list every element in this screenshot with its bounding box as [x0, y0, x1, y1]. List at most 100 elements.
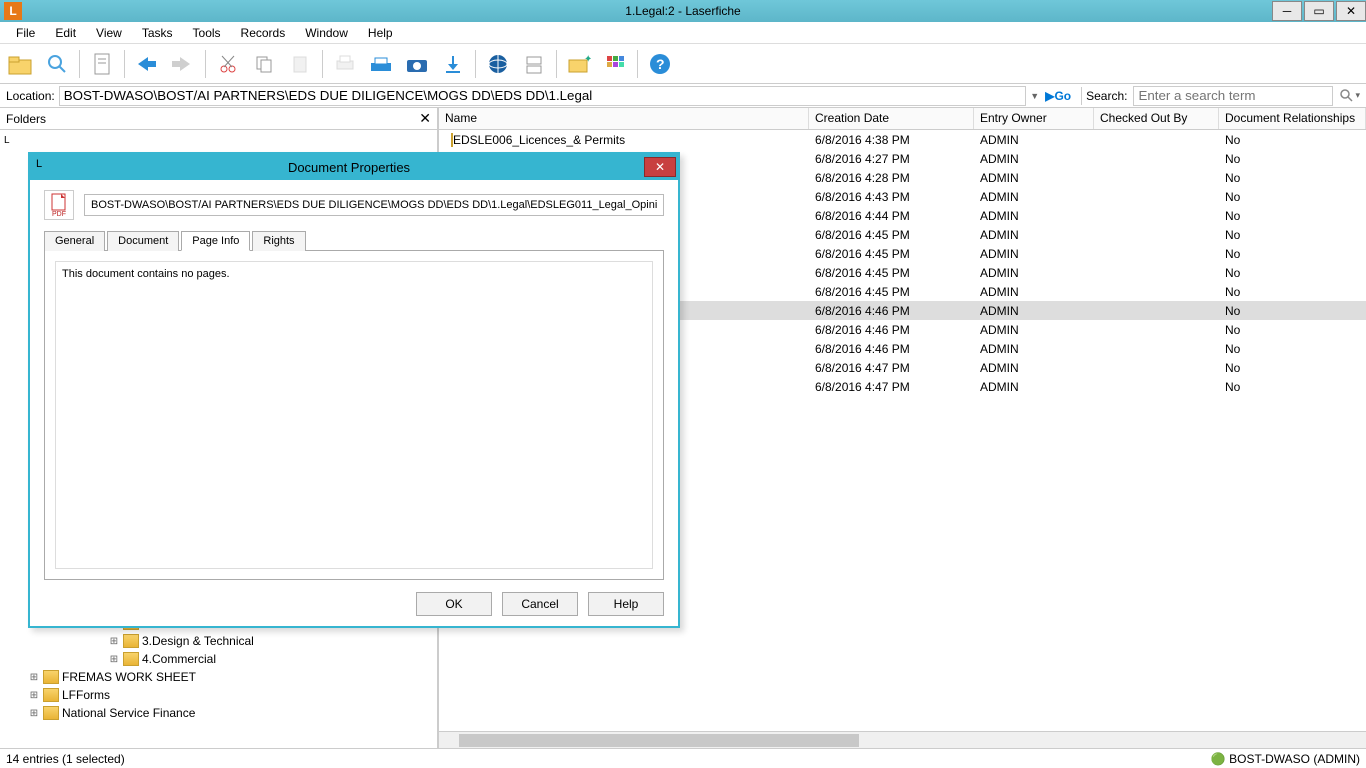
help-icon[interactable]: ? — [643, 47, 677, 81]
location-label: Location: — [6, 89, 55, 103]
cell-owner: ADMIN — [974, 209, 1094, 223]
help-button[interactable]: Help — [588, 592, 664, 616]
col-checked-out-by[interactable]: Checked Out By — [1094, 108, 1219, 129]
go-button[interactable]: ▶ Go — [1045, 89, 1071, 103]
cell-owner: ADMIN — [974, 152, 1094, 166]
cell-date: 6/8/2016 4:46 PM — [809, 323, 974, 337]
tab-content: This document contains no pages. — [44, 251, 664, 580]
back-icon[interactable] — [130, 47, 164, 81]
table-row[interactable]: EDSLE006_Licences_& Permits6/8/2016 4:38… — [439, 130, 1366, 149]
cell-date: 6/8/2016 4:46 PM — [809, 342, 974, 356]
cell-owner: ADMIN — [974, 247, 1094, 261]
cell-rel: No — [1219, 152, 1366, 166]
cell-rel: No — [1219, 304, 1366, 318]
window-title: 1.Legal:2 - Laserfiche — [625, 4, 740, 18]
menu-tasks[interactable]: Tasks — [132, 26, 183, 40]
cell-owner: ADMIN — [974, 380, 1094, 394]
menu-help[interactable]: Help — [358, 26, 403, 40]
cell-owner: ADMIN — [974, 361, 1094, 375]
menu-records[interactable]: Records — [231, 26, 296, 40]
cell-owner: ADMIN — [974, 171, 1094, 185]
cell-rel: No — [1219, 342, 1366, 356]
expand-icon[interactable]: ⊞ — [28, 672, 40, 683]
cell-date: 6/8/2016 4:45 PM — [809, 266, 974, 280]
cell-date: 6/8/2016 4:45 PM — [809, 247, 974, 261]
grid-icon[interactable] — [598, 47, 632, 81]
menu-window[interactable]: Window — [295, 26, 358, 40]
globe-icon[interactable] — [481, 47, 515, 81]
cell-rel: No — [1219, 266, 1366, 280]
search-go-icon[interactable] — [1339, 88, 1355, 104]
cell-owner: ADMIN — [974, 285, 1094, 299]
expand-icon[interactable]: ⊞ — [108, 654, 120, 665]
tree-item[interactable]: ⊞FREMAS WORK SHEET — [0, 668, 437, 686]
cell-owner: ADMIN — [974, 133, 1094, 147]
menu-view[interactable]: View — [86, 26, 132, 40]
expand-icon[interactable]: ⊞ — [108, 636, 120, 647]
cancel-button[interactable]: Cancel — [502, 592, 578, 616]
tree-item[interactable]: ⊞4.Commercial — [0, 650, 437, 668]
expand-icon[interactable]: ⊞ — [28, 690, 40, 701]
cut-icon[interactable] — [211, 47, 245, 81]
list-horizontal-scrollbar[interactable] — [439, 731, 1366, 748]
cell-rel: No — [1219, 323, 1366, 337]
camera-icon[interactable] — [400, 47, 434, 81]
tab-document[interactable]: Document — [107, 231, 179, 251]
col-creation-date[interactable]: Creation Date — [809, 108, 974, 129]
copy-icon[interactable] — [247, 47, 281, 81]
tree-item[interactable]: ⊞ National Service Finance — [0, 704, 437, 722]
cell-rel: No — [1219, 133, 1366, 147]
close-window-button[interactable]: ✕ — [1336, 1, 1366, 21]
col-doc-relationships[interactable]: Document Relationships — [1219, 108, 1366, 129]
download-icon[interactable] — [436, 47, 470, 81]
search-icon[interactable] — [40, 47, 74, 81]
status-entry-count: 14 entries (1 selected) — [6, 752, 125, 766]
menubar: File Edit View Tasks Tools Records Windo… — [0, 22, 1366, 44]
dialog-app-icon: L — [36, 158, 54, 176]
menu-edit[interactable]: Edit — [45, 26, 86, 40]
minimize-button[interactable]: ─ — [1272, 1, 1302, 21]
open-folder-icon[interactable] — [4, 47, 38, 81]
tree-item[interactable]: ⊞ LFForms — [0, 686, 437, 704]
toolbar: ✦ ? — [0, 44, 1366, 84]
form-icon[interactable] — [517, 47, 551, 81]
location-input[interactable] — [59, 86, 1027, 106]
window-titlebar: L 1.Legal:2 - Laserfiche ─ ▭ ✕ — [0, 0, 1366, 22]
new-folder-icon[interactable]: ✦ — [562, 47, 596, 81]
cell-owner: ADMIN — [974, 304, 1094, 318]
document-properties-dialog: L Document Properties ✕ PDF General Docu… — [28, 152, 680, 628]
col-name[interactable]: Name — [439, 108, 809, 129]
repo-root-icon[interactable]: L — [4, 135, 20, 151]
expand-icon[interactable]: ⊞ — [28, 708, 40, 719]
menu-tools[interactable]: Tools — [183, 26, 231, 40]
menu-file[interactable]: File — [6, 26, 45, 40]
pdf-icon: PDF — [44, 190, 74, 220]
cell-date: 6/8/2016 4:43 PM — [809, 190, 974, 204]
folder-icon — [43, 670, 59, 684]
search-input[interactable] — [1133, 86, 1333, 106]
cell-date: 6/8/2016 4:28 PM — [809, 171, 974, 185]
col-entry-owner[interactable]: Entry Owner — [974, 108, 1094, 129]
tree-label: National Service Finance — [62, 706, 195, 720]
tab-page-info[interactable]: Page Info — [181, 231, 250, 251]
folders-header-label: Folders — [6, 112, 46, 126]
tab-general[interactable]: General — [44, 231, 105, 251]
folder-icon — [43, 688, 59, 702]
tab-rights[interactable]: Rights — [252, 231, 305, 251]
status-server: 🟢 BOST-DWASO (ADMIN) — [1211, 752, 1360, 766]
maximize-button[interactable]: ▭ — [1304, 1, 1334, 21]
cell-owner: ADMIN — [974, 323, 1094, 337]
cell-rel: No — [1219, 171, 1366, 185]
tree-label: LFForms — [62, 688, 110, 702]
scan-icon[interactable] — [364, 47, 398, 81]
app-icon: L — [4, 2, 22, 20]
forward-icon — [166, 47, 200, 81]
dialog-close-button[interactable]: ✕ — [644, 157, 676, 177]
cell-owner: ADMIN — [974, 228, 1094, 242]
folders-close-icon[interactable]: ✕ — [419, 110, 431, 127]
document-icon[interactable] — [85, 47, 119, 81]
cell-rel: No — [1219, 228, 1366, 242]
ok-button[interactable]: OK — [416, 592, 492, 616]
tree-item[interactable]: ⊞3.Design & Technical — [0, 632, 437, 650]
dialog-path-input[interactable] — [84, 194, 664, 216]
